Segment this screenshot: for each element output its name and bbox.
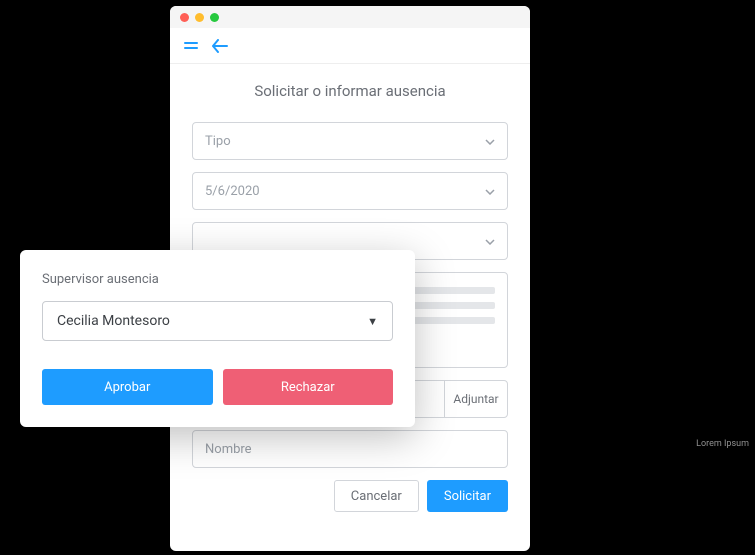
supervisor-select[interactable]: Cecilia Montesoro ▼	[42, 301, 393, 341]
reject-button[interactable]: Rechazar	[223, 369, 394, 405]
approve-button[interactable]: Aprobar	[42, 369, 213, 405]
name-input[interactable]: Nombre	[192, 430, 508, 468]
date-value: 5/6/2020	[205, 184, 260, 199]
form-actions: Cancelar Solicitar	[192, 480, 508, 512]
supervisor-modal: Supervisor ausencia Cecilia Montesoro ▼ …	[20, 250, 415, 427]
back-arrow-icon[interactable]	[212, 39, 228, 53]
modal-label: Supervisor ausencia	[42, 272, 393, 287]
chevron-down-icon	[485, 134, 495, 149]
footer-text: Lorem Ipsum	[696, 439, 749, 449]
name-placeholder: Nombre	[205, 442, 252, 457]
modal-actions: Aprobar Rechazar	[42, 369, 393, 405]
supervisor-selected: Cecilia Montesoro	[57, 313, 170, 329]
window-titlebar	[170, 6, 530, 28]
date-select[interactable]: 5/6/2020	[192, 172, 508, 210]
menu-icon[interactable]	[184, 42, 198, 49]
maximize-window-dot[interactable]	[210, 13, 219, 22]
cancel-button[interactable]: Cancelar	[334, 480, 419, 512]
submit-button[interactable]: Solicitar	[427, 480, 508, 512]
type-select[interactable]: Tipo	[192, 122, 508, 160]
type-select-label: Tipo	[205, 134, 231, 149]
attach-button[interactable]: Adjuntar	[444, 380, 508, 418]
toolbar	[170, 28, 530, 64]
caret-down-icon: ▼	[367, 315, 378, 328]
page-title: Solicitar o informar ausencia	[192, 82, 508, 100]
close-window-dot[interactable]	[180, 13, 189, 22]
chevron-down-icon	[485, 184, 495, 199]
chevron-down-icon	[485, 234, 495, 249]
minimize-window-dot[interactable]	[195, 13, 204, 22]
